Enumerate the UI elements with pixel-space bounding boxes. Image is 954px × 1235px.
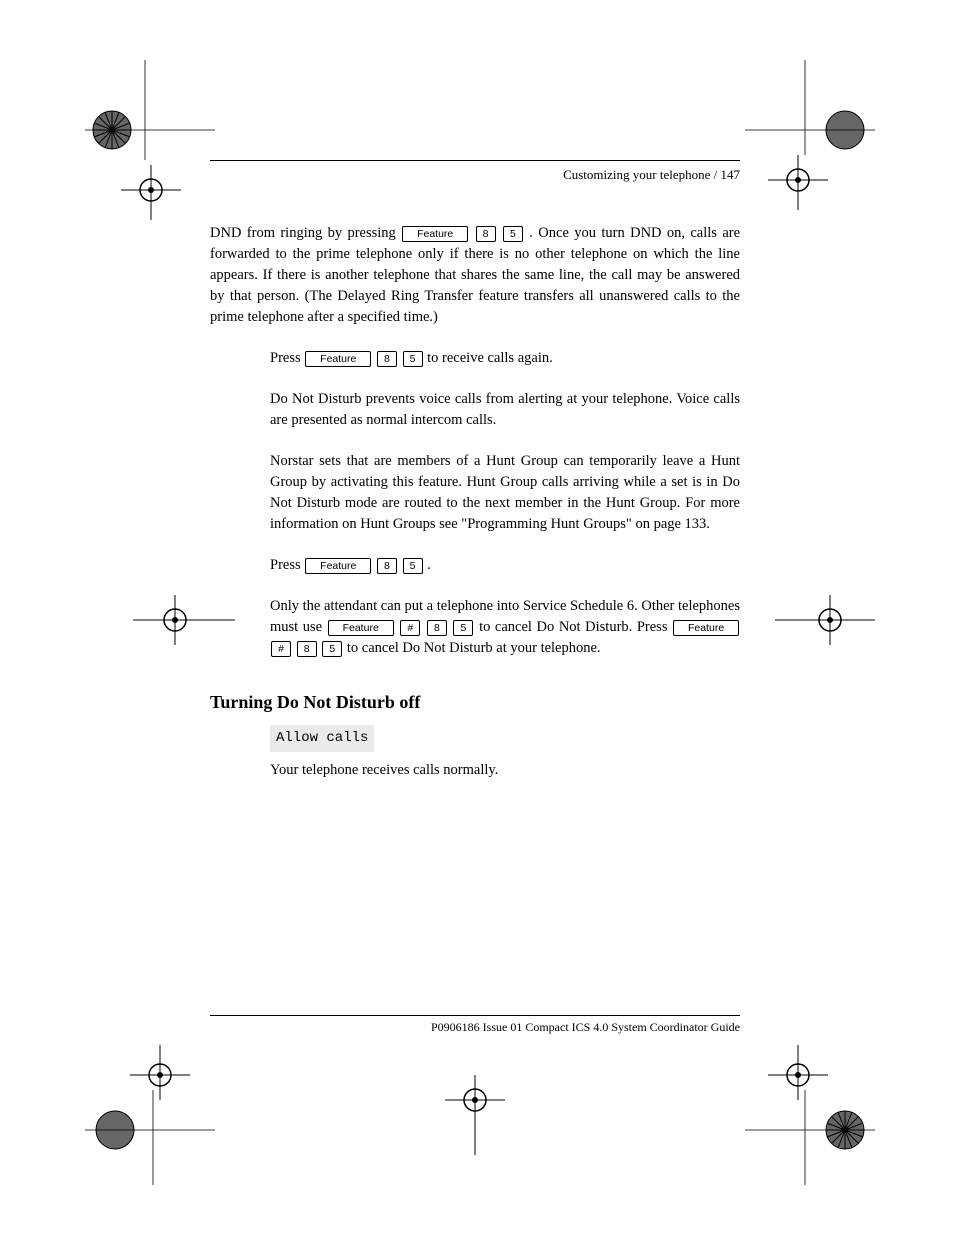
crop-mark-bottom-center	[430, 1070, 520, 1160]
paragraph-3: Do Not Disturb prevents voice calls from…	[270, 389, 740, 431]
paragraph-4: Norstar sets that are members of a Hunt …	[270, 451, 740, 535]
key-feature: Feature	[305, 351, 371, 367]
footer-text: P0906186 Issue 01 Compact ICS 4.0 System…	[210, 1020, 740, 1035]
paragraph-1a-text: DND from ringing by pressing	[210, 225, 401, 241]
paragraph-6b-text: to cancel Do Not Disturb. Press	[479, 619, 672, 635]
key-pound: #	[400, 620, 420, 636]
paragraph-6: Only the attendant can put a telephone i…	[270, 596, 740, 659]
key-feature: Feature	[402, 226, 468, 242]
paragraph-5a-text: Press	[270, 557, 304, 573]
paragraph-5b-text: .	[427, 557, 431, 573]
paragraph-6c-text: to cancel Do Not Disturb at your telepho…	[347, 640, 601, 656]
crop-mark-bottom-left	[55, 1030, 225, 1190]
key-8: 8	[427, 620, 447, 636]
key-5: 5	[322, 641, 342, 657]
key-feature: Feature	[305, 558, 371, 574]
key-5: 5	[403, 558, 423, 574]
crop-mark-bottom-right	[735, 1030, 905, 1190]
key-pound: #	[271, 641, 291, 657]
paragraph-2: Press Feature 8 5 to receive calls again…	[270, 348, 740, 369]
key-8: 8	[377, 558, 397, 574]
running-head: Customizing your telephone / 147	[210, 167, 740, 183]
display-allow-calls: Allow calls	[270, 725, 374, 751]
key-feature: Feature	[673, 620, 739, 636]
key-5: 5	[453, 620, 473, 636]
section-heading-dnd-off: Turning Do Not Disturb off	[210, 689, 740, 715]
paragraph-2a-text: Press	[270, 350, 304, 366]
key-5: 5	[403, 351, 423, 367]
footer-rule	[210, 1015, 740, 1016]
feature-description: Your telephone receives calls normally.	[270, 760, 740, 781]
key-8: 8	[297, 641, 317, 657]
page-content: Customizing your telephone / 147 DND fro…	[210, 160, 740, 801]
paragraph-2b-text: to receive calls again.	[427, 350, 553, 366]
crop-mark-mid-right	[770, 590, 890, 650]
key-8: 8	[476, 226, 496, 242]
key-8: 8	[377, 351, 397, 367]
crop-mark-top-right	[735, 60, 905, 220]
key-feature: Feature	[328, 620, 394, 636]
paragraph-5: Press Feature 8 5 .	[270, 555, 740, 576]
paragraph-1: DND from ringing by pressing Feature 8 5…	[210, 223, 740, 328]
header-rule	[210, 160, 740, 161]
page-footer: P0906186 Issue 01 Compact ICS 4.0 System…	[210, 1015, 740, 1035]
key-5: 5	[503, 226, 523, 242]
crop-mark-top-left	[55, 60, 225, 220]
